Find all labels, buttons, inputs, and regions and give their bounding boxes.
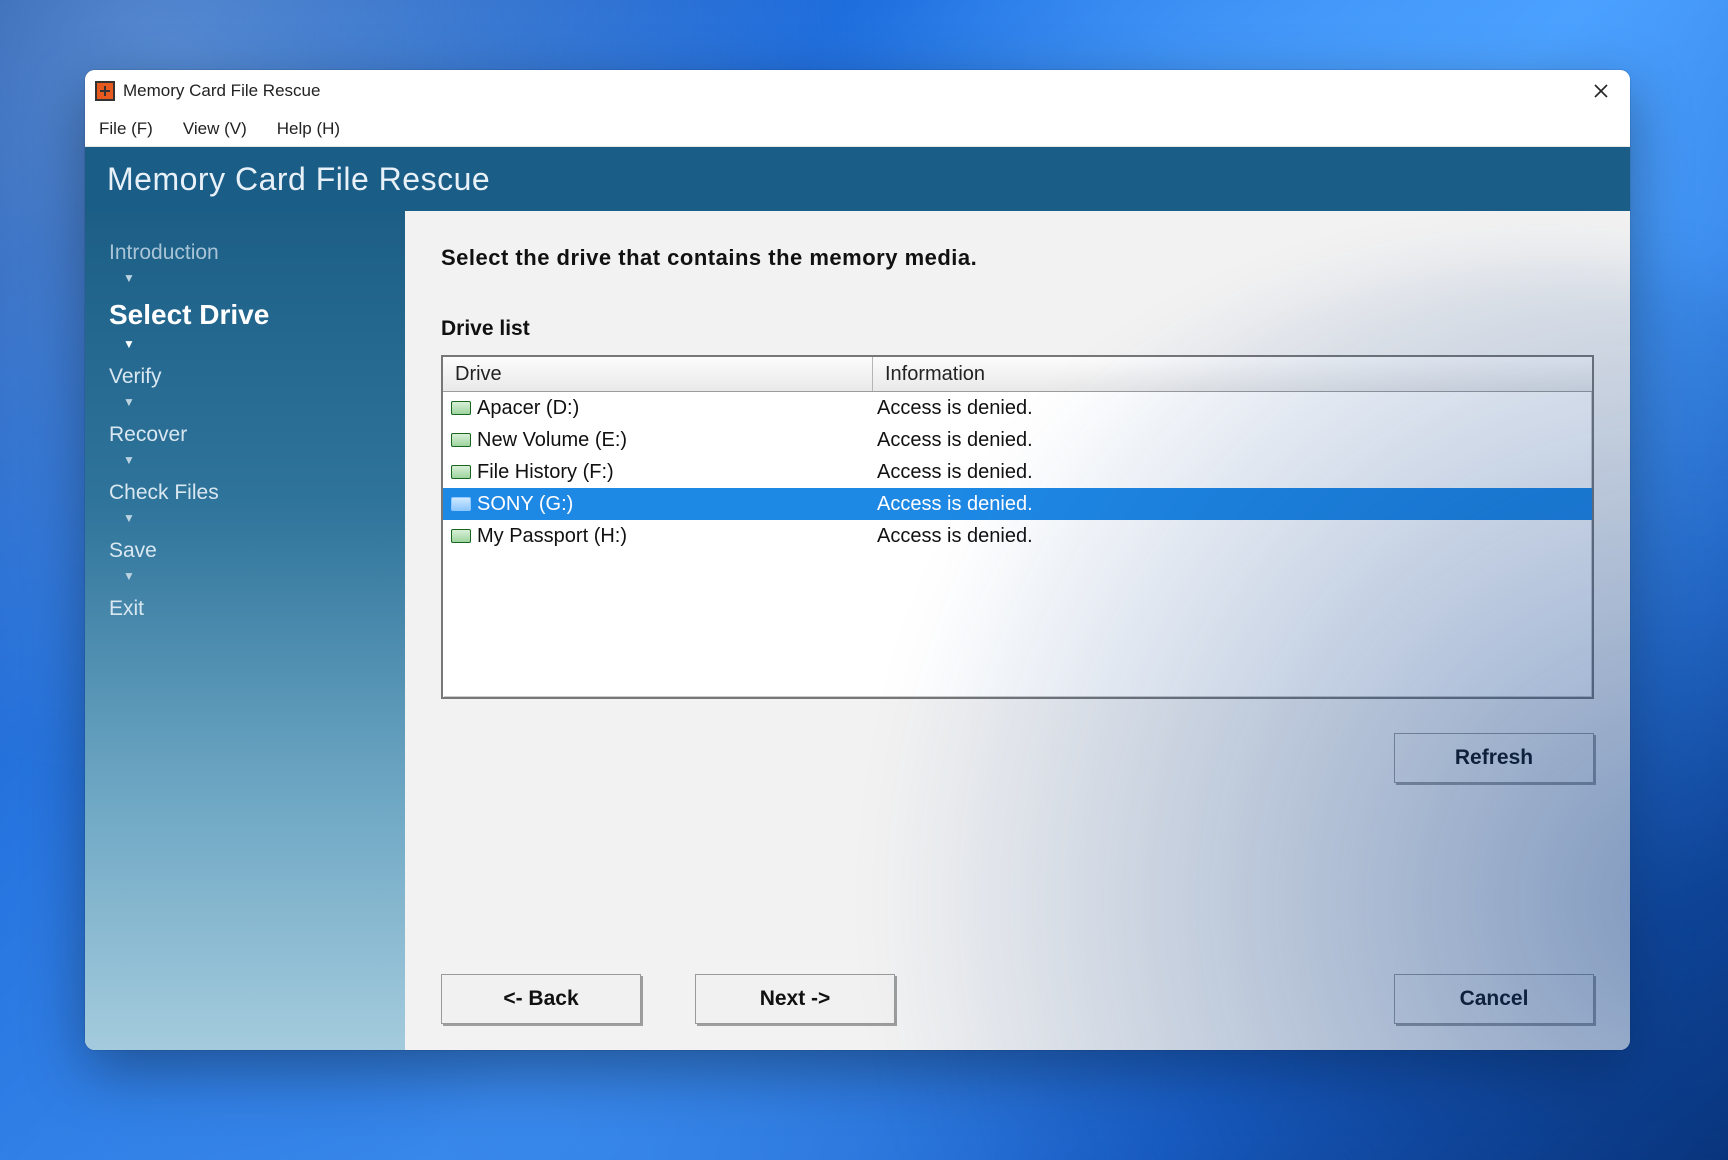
drive-row[interactable]: My Passport (H:) Access is denied. [443,520,1592,552]
next-button[interactable]: Next -> [695,974,895,1024]
drive-icon [451,433,471,447]
drive-row[interactable]: Apacer (D:) Access is denied. [443,392,1592,424]
step-exit[interactable]: Exit [109,597,405,621]
drive-icon [451,529,471,543]
drive-row[interactable]: File History (F:) Access is denied. [443,456,1592,488]
app-title: Memory Card File Rescue [107,161,490,198]
drive-name: SONY (G:) [477,493,573,516]
chevron-down-icon: ▼ [123,453,405,467]
menu-help[interactable]: Help (H) [271,115,346,143]
chevron-down-icon: ▼ [123,337,405,351]
drive-info: Access is denied. [873,461,1592,484]
column-header-drive[interactable]: Drive [443,357,873,391]
header-band: Memory Card File Rescue [85,147,1630,211]
wizard-buttons: <- Back Next -> Cancel [441,974,1594,1024]
content-panel: Select the drive that contains the memor… [405,211,1630,1050]
drive-list-body[interactable]: Apacer (D:)Access is denied.New Volume (… [443,392,1592,697]
drive-list[interactable]: Drive Information Apacer (D:) Access is d… [441,355,1594,699]
chevron-down-icon: ▼ [123,569,405,583]
close-icon [1594,84,1608,98]
drive-list-label: Drive list [441,317,1594,341]
refresh-button[interactable]: Refresh [1394,733,1594,783]
column-header-information[interactable]: Information [873,357,1592,391]
step-select-drive[interactable]: Select Drive [109,299,405,331]
drive-list-header: Drive Information [443,357,1592,392]
drive-info: Access is denied. [873,397,1592,420]
main-area: Introduction ▼ Select Drive ▼ Verify ▼ R… [85,211,1630,1050]
drive-name: My Passport (H:) [477,525,627,548]
wizard-sidebar: Introduction ▼ Select Drive ▼ Verify ▼ R… [85,211,405,1050]
menubar: File (F) View (V) Help (H) [85,112,1630,147]
drive-info: Access is denied. [873,493,1592,516]
window-title: Memory Card File Rescue [123,81,320,101]
step-check-files[interactable]: Check Files [109,481,405,505]
menu-view[interactable]: View (V) [177,115,253,143]
drive-row[interactable]: New Volume (E:) Access is denied. [443,424,1592,456]
menu-file[interactable]: File (F) [93,115,159,143]
drive-name: Apacer (D:) [477,397,579,420]
instruction-text: Select the drive that contains the memor… [441,245,1594,271]
back-button[interactable]: <- Back [441,974,641,1024]
desktop-background: Memory Card File Rescue File (F) View (V… [0,0,1728,1160]
close-button[interactable] [1578,75,1624,107]
drive-icon [451,465,471,479]
drive-name: File History (F:) [477,461,614,484]
chevron-down-icon: ▼ [123,511,405,525]
app-window: Memory Card File Rescue File (F) View (V… [85,70,1630,1050]
chevron-down-icon: ▼ [123,395,405,409]
step-save[interactable]: Save [109,539,405,563]
chevron-down-icon: ▼ [123,271,405,285]
titlebar[interactable]: Memory Card File Rescue [85,70,1630,112]
drive-name: New Volume (E:) [477,429,627,452]
drive-row[interactable]: SONY (G:) Access is denied. [443,488,1592,520]
cancel-button[interactable]: Cancel [1394,974,1594,1024]
drive-info: Access is denied. [873,429,1592,452]
step-verify[interactable]: Verify [109,365,405,389]
drive-info: Access is denied. [873,525,1592,548]
app-icon [95,81,115,101]
step-recover[interactable]: Recover [109,423,405,447]
step-introduction[interactable]: Introduction [109,241,405,265]
drive-icon [451,401,471,415]
drive-icon [451,497,471,511]
